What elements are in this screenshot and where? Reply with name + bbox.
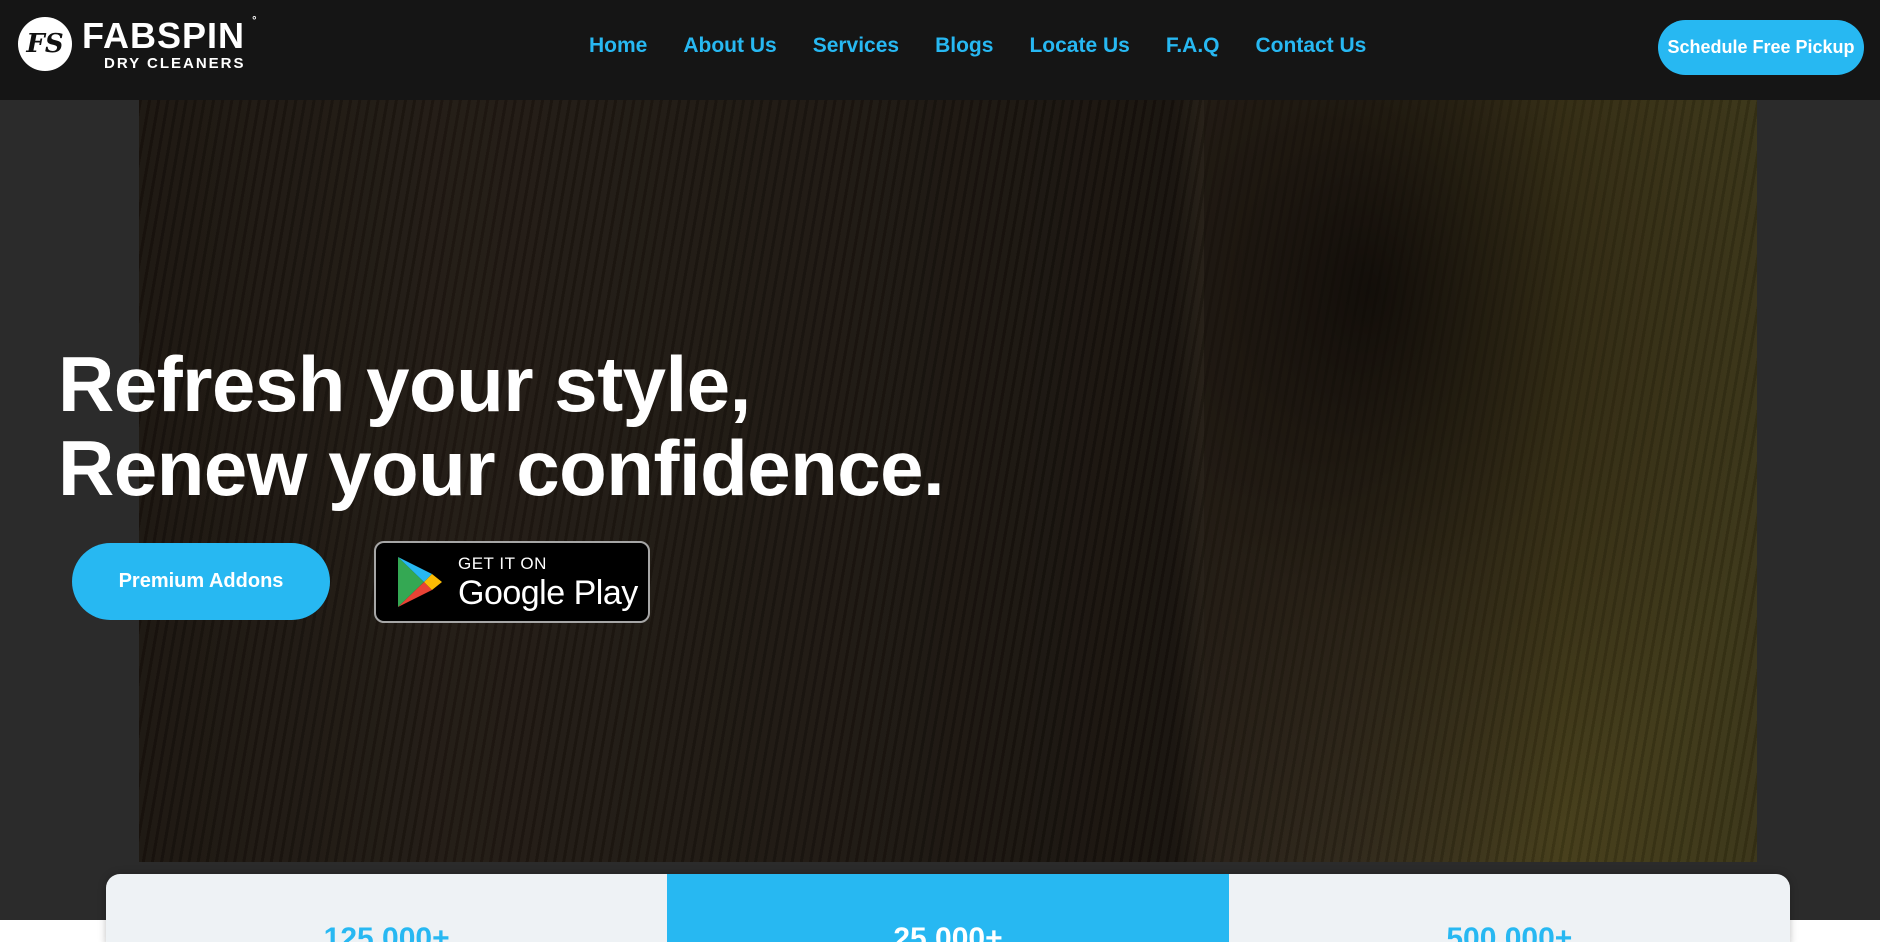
nav-home[interactable]: Home (589, 34, 647, 58)
registered-mark: ° (252, 14, 258, 27)
stat-value: 25,000+ (893, 922, 1003, 942)
brand-tagline: DRY CLEANERS (104, 54, 246, 72)
stat-value: 500,000+ (1446, 922, 1573, 942)
nav-faq[interactable]: F.A.Q (1166, 34, 1220, 58)
nav-services[interactable]: Services (813, 34, 899, 58)
brand-name: FABSPIN ° (82, 14, 258, 56)
premium-addons-button[interactable]: Premium Addons (72, 543, 330, 620)
stat-card: 500,000+ (1228, 874, 1790, 942)
brand-logo[interactable]: FS FABSPIN ° DRY CLEANERS (18, 14, 258, 74)
google-play-icon (398, 557, 442, 607)
stats-bar: 125,000+ 25,000+ 500,000+ (106, 874, 1790, 942)
logo-text: FABSPIN ° DRY CLEANERS (82, 14, 258, 72)
google-play-small-text: GET IT ON (458, 553, 547, 573)
hero-headline-line-2: Renew your confidence. (58, 424, 945, 512)
main-nav: Home About Us Services Blogs Locate Us F… (589, 34, 1402, 58)
google-play-badge[interactable]: GET IT ON Google Play (374, 541, 650, 623)
logo-mark-icon: FS (18, 17, 72, 71)
stat-card: 125,000+ (106, 874, 668, 942)
hero-headline-line-1: Refresh your style, (58, 340, 751, 428)
google-play-big-text: Google Play (458, 573, 638, 612)
nav-contact-us[interactable]: Contact Us (1256, 34, 1367, 58)
stat-card-highlighted: 25,000+ (667, 874, 1229, 942)
nav-locate-us[interactable]: Locate Us (1029, 34, 1129, 58)
stat-value: 125,000+ (323, 922, 450, 942)
nav-about-us[interactable]: About Us (683, 34, 776, 58)
nav-blogs[interactable]: Blogs (935, 34, 993, 58)
hero-headline: Refresh your style, Renew your confidenc… (58, 340, 945, 512)
schedule-pickup-button[interactable]: Schedule Free Pickup (1658, 20, 1864, 75)
site-header: FS FABSPIN ° DRY CLEANERS Home About Us S… (0, 0, 1880, 100)
google-play-text: GET IT ON Google Play (458, 555, 638, 610)
